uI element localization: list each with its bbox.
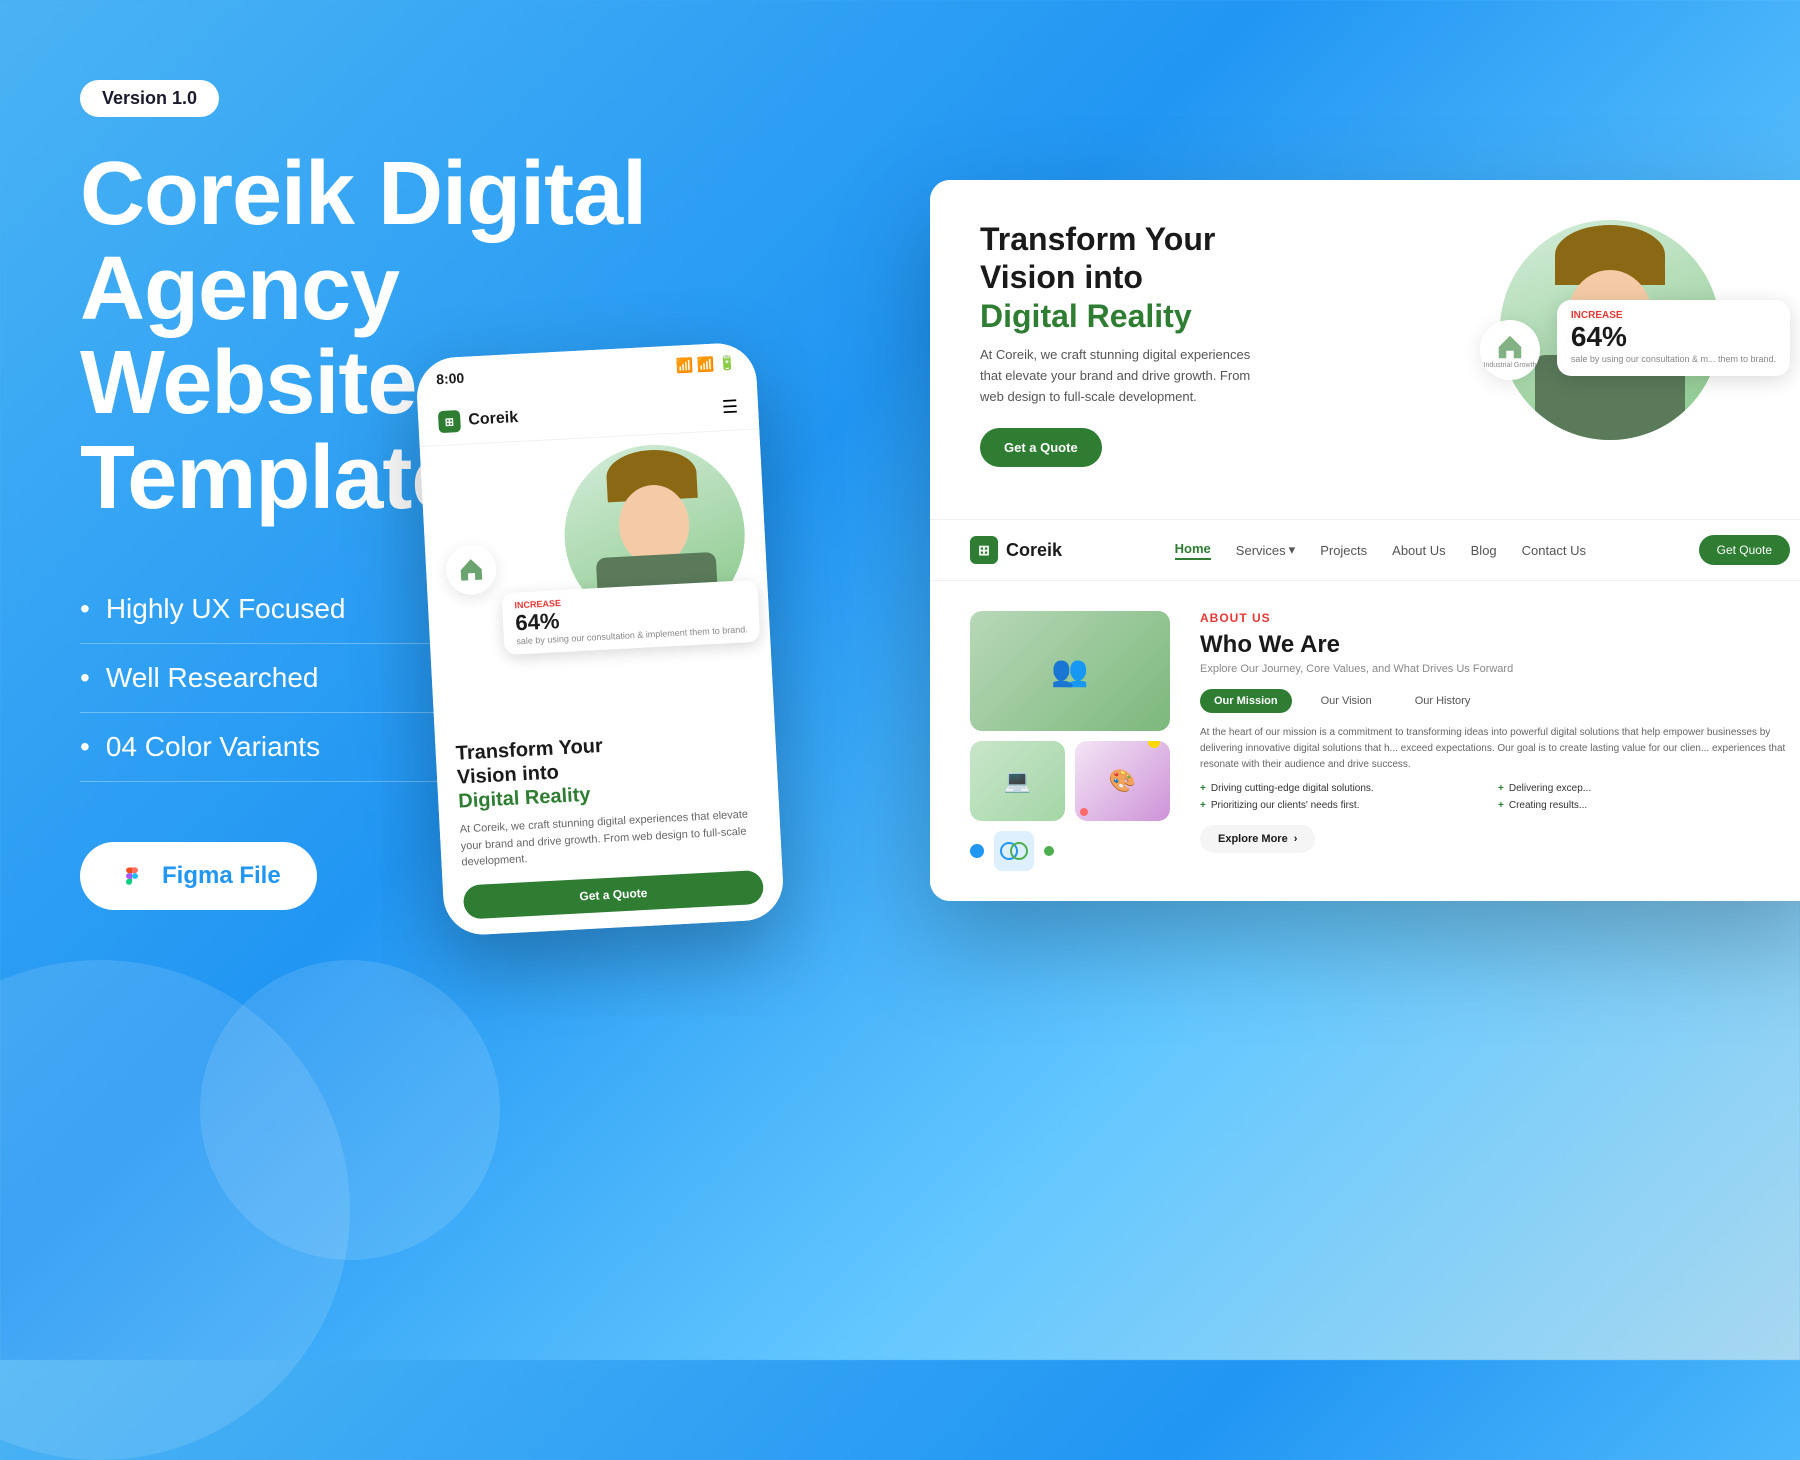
about-description: At the heart of our mission is a commitm… [1200, 725, 1790, 773]
about-tab-vision[interactable]: Our Vision [1307, 689, 1386, 713]
phone-mockup: 8:00 📶 📶 🔋 ⊞ Coreik ☰ INCREA [415, 341, 785, 936]
deco-rings [994, 831, 1034, 871]
nav-link-contact[interactable]: Contact Us [1522, 543, 1586, 558]
about-subtitle: Explore Our Journey, Core Values, and Wh… [1200, 663, 1790, 675]
version-badge: Version 1.0 [80, 80, 219, 117]
about-title: Who We Are [1200, 631, 1790, 659]
phone-status-icons: 📶 📶 🔋 [675, 355, 736, 375]
desktop-logo-icon: ⊞ [970, 536, 998, 564]
arrow-right-icon: › [1294, 833, 1298, 845]
bullet-3: Prioritizing our clients' needs first. [1200, 800, 1492, 811]
desktop-nav-cta-button[interactable]: Get Quote [1699, 535, 1790, 565]
about-tab-mission[interactable]: Our Mission [1200, 689, 1292, 713]
team-image-placeholder: 👥 [970, 611, 1170, 731]
bullet-4: Creating results... [1498, 800, 1790, 811]
nav-link-projects[interactable]: Projects [1320, 543, 1367, 558]
desktop-hero-description: At Coreik, we craft stunning digital exp… [980, 345, 1260, 407]
laptop-icon: 💻 [1004, 768, 1031, 794]
desktop-hero-title: Transform Your Vision into Digital Reali… [980, 220, 1460, 335]
bullet-1: Driving cutting-edge digital solutions. [1200, 783, 1492, 794]
phone-hero: INCREASE 64% sale by using our consultat… [420, 429, 774, 726]
about-deco-row [970, 831, 1170, 871]
desktop-mockup: Transform Your Vision into Digital Reali… [930, 180, 1800, 901]
rings-icon [999, 836, 1029, 866]
hamburger-icon[interactable]: ☰ [721, 396, 738, 418]
figma-file-button[interactable]: Figma File [80, 842, 317, 910]
desktop-stat-text: sale by using our consultation & m... th… [1571, 353, 1776, 366]
phone-content: Transform Your Vision into Digital Reali… [434, 709, 784, 936]
phone-stat-badge: INCREASE 64% sale by using our consultat… [502, 580, 761, 655]
phone-hero-title: Transform Your Vision into Digital Reali… [455, 726, 758, 814]
nav-link-home[interactable]: Home [1175, 541, 1211, 560]
desktop-stat-badge: INCREASE 64% sale by using our consultat… [1557, 300, 1790, 376]
about-images-column: 👥 💻 🎨 [970, 611, 1170, 871]
desktop-house-label: Industrial Growth [1484, 362, 1537, 369]
desktop-house-icon [1495, 332, 1525, 362]
desktop-stat-percent: 64% [1571, 321, 1776, 353]
desktop-hero-content: Transform Your Vision into Digital Reali… [980, 220, 1460, 467]
about-tab-history[interactable]: Our History [1401, 689, 1485, 713]
about-image-1: 👥 [970, 611, 1170, 731]
explore-more-button[interactable]: Explore More › [1200, 825, 1315, 853]
about-bullets: Driving cutting-edge digital solutions. … [1200, 783, 1790, 811]
phone-house-badge [445, 543, 498, 596]
nav-link-about[interactable]: About Us [1392, 543, 1445, 558]
about-image-2: 💻 [970, 741, 1065, 821]
about-content-column: ABOUT US Who We Are Explore Our Journey,… [1200, 611, 1790, 871]
deco-dot-green [1044, 846, 1054, 856]
nav-link-blog[interactable]: Blog [1471, 543, 1497, 558]
about-us-label: ABOUT US [1200, 611, 1790, 625]
dot-red [1080, 808, 1088, 816]
decorative-circle-2 [200, 960, 500, 1260]
design-icon: 🎨 [1109, 768, 1136, 794]
phone-cta-button[interactable]: Get a Quote [463, 869, 764, 919]
phone-time: 8:00 [436, 369, 465, 386]
figma-icon [116, 860, 148, 892]
phone-logo-icon: ⊞ [438, 410, 461, 433]
desktop-house-badge: Industrial Growth [1480, 320, 1540, 380]
nav-link-services[interactable]: Services ▾ [1236, 542, 1295, 558]
desktop-hero-section: Transform Your Vision into Digital Reali… [930, 180, 1800, 520]
dot-yellow [1148, 741, 1160, 748]
about-tabs: Our Mission Our Vision Our History [1200, 689, 1790, 713]
figma-button-label: Figma File [162, 862, 281, 890]
phone-hero-description: At Coreik, we craft stunning digital exp… [459, 806, 761, 871]
desktop-logo-text: Coreik [1006, 540, 1062, 561]
desktop-nav: ⊞ Coreik Home Services ▾ Projects About … [930, 520, 1800, 581]
desktop-stat-increase: INCREASE [1571, 310, 1776, 321]
chevron-down-icon: ▾ [1289, 542, 1296, 558]
desktop-hero-cta-button[interactable]: Get a Quote [980, 428, 1102, 467]
desktop-hero-image-area: Industrial Growth INCREASE 64% sale by u… [1500, 220, 1780, 440]
desktop-nav-links: Home Services ▾ Projects About Us Blog C… [1175, 541, 1586, 560]
bullet-2: Delivering excep... [1498, 783, 1790, 794]
team-icon: 👥 [1051, 654, 1088, 689]
house-icon [456, 555, 485, 584]
about-image-3: 🎨 [1075, 741, 1170, 821]
desktop-logo: ⊞ Coreik [970, 536, 1062, 564]
about-images-row: 💻 🎨 [970, 741, 1170, 821]
deco-dot-blue [970, 844, 984, 858]
phone-logo: ⊞ Coreik [438, 407, 519, 433]
desktop-about-section: 👥 💻 🎨 [930, 581, 1800, 901]
